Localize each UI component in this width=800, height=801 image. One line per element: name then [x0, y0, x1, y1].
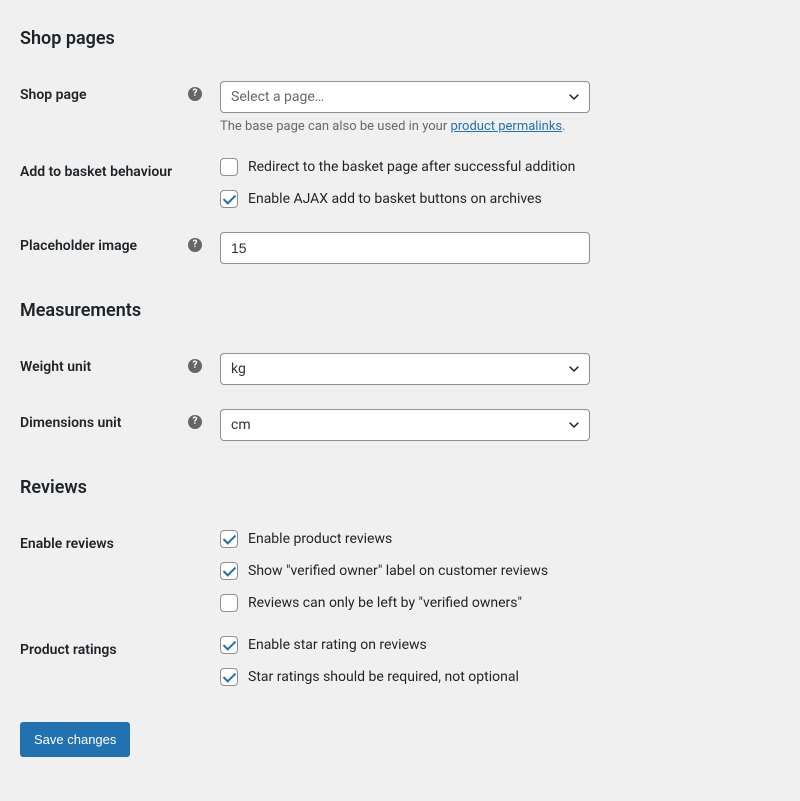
reviews-table: Enable reviews Enable product reviews Sh…: [20, 518, 780, 698]
star-rating-required-checkbox[interactable]: [220, 668, 238, 686]
dimensions-unit-select[interactable]: cm: [220, 409, 590, 441]
shop-page-description: The base page can also be used in your p…: [220, 119, 770, 134]
enable-product-reviews-label[interactable]: Enable product reviews: [248, 531, 392, 547]
shop-pages-heading: Shop pages: [20, 28, 780, 49]
verified-owners-only-label[interactable]: Reviews can only be left by "verified ow…: [248, 595, 522, 611]
enable-reviews-label: Enable reviews: [20, 536, 114, 552]
measurements-table: Weight unit ? kg Dimensions unit ? cm: [20, 341, 780, 453]
help-icon[interactable]: ?: [188, 87, 202, 101]
shop-page-select[interactable]: Select a page…: [220, 81, 590, 113]
star-rating-required-label[interactable]: Star ratings should be required, not opt…: [248, 669, 519, 685]
enable-product-reviews-checkbox[interactable]: [220, 530, 238, 548]
save-button[interactable]: Save changes: [20, 722, 130, 757]
weight-unit-select[interactable]: kg: [220, 353, 590, 385]
ajax-basket-checkbox[interactable]: [220, 190, 238, 208]
ajax-basket-label[interactable]: Enable AJAX add to basket buttons on arc…: [248, 191, 542, 207]
enable-star-rating-checkbox[interactable]: [220, 636, 238, 654]
redirect-basket-checkbox[interactable]: [220, 158, 238, 176]
enable-star-rating-label[interactable]: Enable star rating on reviews: [248, 637, 427, 653]
help-icon[interactable]: ?: [188, 415, 202, 429]
verified-owner-label-label[interactable]: Show "verified owner" label on customer …: [248, 563, 548, 579]
reviews-heading: Reviews: [20, 477, 780, 498]
placeholder-image-label: Placeholder image: [20, 238, 137, 254]
redirect-basket-label[interactable]: Redirect to the basket page after succes…: [248, 159, 575, 175]
add-to-basket-label: Add to basket behaviour: [20, 164, 172, 180]
shop-page-label: Shop page: [20, 87, 87, 103]
measurements-heading: Measurements: [20, 300, 780, 321]
verified-owner-label-checkbox[interactable]: [220, 562, 238, 580]
verified-owners-only-checkbox[interactable]: [220, 594, 238, 612]
dimensions-unit-label: Dimensions unit: [20, 415, 122, 431]
product-permalinks-link[interactable]: product permalinks: [450, 119, 562, 134]
weight-unit-label: Weight unit: [20, 359, 91, 375]
placeholder-image-input[interactable]: [220, 232, 590, 264]
help-icon[interactable]: ?: [188, 238, 202, 252]
help-icon[interactable]: ?: [188, 359, 202, 373]
shop-pages-table: Shop page ? Select a page… The base page…: [20, 69, 780, 276]
product-ratings-label: Product ratings: [20, 642, 117, 658]
